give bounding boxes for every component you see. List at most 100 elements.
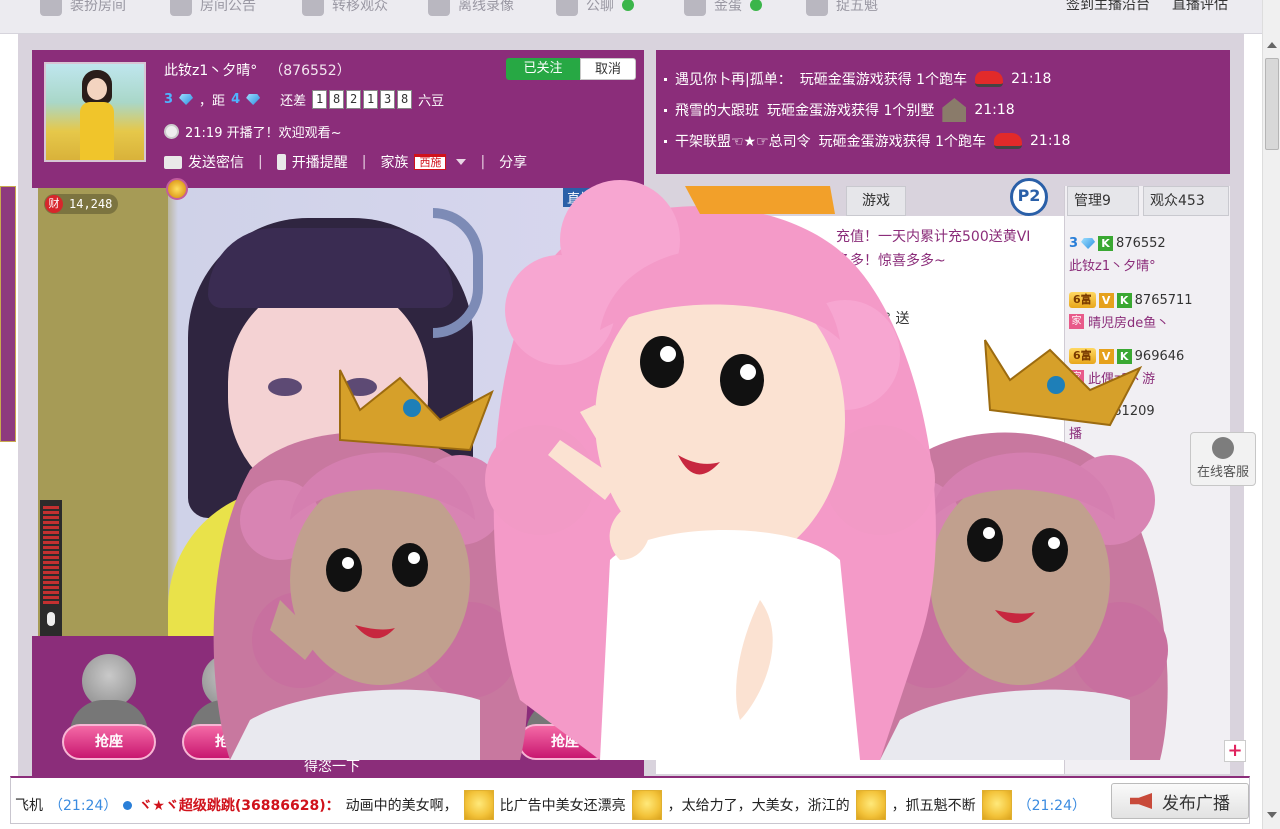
notice-user[interactable]: 遇见你卜再|孤单： (675, 69, 792, 89)
toolbar-item-offline-video[interactable]: 离线录像 (428, 0, 514, 16)
left-side-tab[interactable] (0, 186, 16, 442)
user-level: 3 (1069, 236, 1079, 251)
emoticon-icon (981, 790, 1012, 820)
chat-line: 夕晴° 送 (856, 311, 910, 327)
online-service-button[interactable]: 在线客服 (1190, 432, 1256, 486)
emoticon-icon (855, 790, 886, 820)
publish-broadcast-button[interactable]: 发布广播 (1111, 783, 1249, 819)
scrollbar-thumb[interactable] (1265, 58, 1279, 150)
anchor-avatar[interactable] (44, 62, 146, 162)
ticker-text: ，抓五魁不断 (891, 798, 976, 814)
vip-badge-icon: V (1098, 348, 1114, 364)
notice-time: 21:18 (974, 102, 1015, 118)
publish-broadcast-label: 发布广播 (1162, 793, 1230, 814)
emoticon-icon (631, 790, 662, 820)
ticker-time: （21:24） (1017, 798, 1086, 814)
user-list-item[interactable]: 3 K 876552 此钕z1丶夕晴° (1069, 236, 1229, 274)
unfollow-button[interactable]: 取消 (580, 58, 636, 80)
notice-user[interactable]: 干架联盟☜★☞总司令 (675, 131, 811, 151)
volume-meter[interactable] (40, 500, 62, 636)
diamond-icon (246, 94, 261, 105)
toolbar-item-catch-five[interactable]: 捉五魁 (806, 0, 878, 16)
toolbar-item-public-chat[interactable]: 公聊 (556, 0, 634, 16)
online-service-label: 在线客服 (1196, 465, 1249, 480)
grab-seat-button[interactable]: 抢座 (182, 724, 276, 760)
follow-button[interactable]: 已关注 (506, 58, 580, 80)
toolbar-item-golden-egg[interactable]: 金蛋 (684, 0, 762, 16)
chat-tabs: 游戏 (656, 186, 1064, 216)
anchor-info-panel: 此钕z1丶夕晴° （876552） 已关注 取消 3 ，距 4 还差 1 8 2 … (32, 50, 644, 188)
sign-in-anchor-link[interactable]: 签到主播沿台 (1066, 0, 1150, 14)
ticker-text: ，太给力了，大美女，浙江的 (667, 798, 850, 814)
family-dropdown[interactable]: 家族 西施 (380, 152, 467, 172)
villa-icon (942, 98, 967, 122)
star-icon[interactable] (166, 178, 188, 200)
grab-seat-button[interactable]: 抢座 (62, 724, 156, 760)
user-id: 50955 (1069, 460, 1111, 475)
emoticon-icon (463, 790, 494, 820)
live-reminder-button[interactable]: 开播提醒 (276, 152, 348, 172)
anchor-room-id: （876552） (269, 63, 351, 79)
live-evaluation-link[interactable]: 直播评估 (1172, 0, 1228, 14)
tab-viewers[interactable]: 观众453 (1143, 186, 1229, 216)
notice-user[interactable]: 飛雪的大跟班 (675, 100, 759, 120)
send-private-message-button[interactable]: 发送密信 (164, 152, 244, 172)
ticker-text: 比广告中美女还漂亮 (499, 798, 626, 814)
tower-icon (170, 0, 192, 16)
share-button[interactable]: 分享 (499, 152, 527, 172)
microphone-icon (47, 612, 55, 626)
rich-badge: 6富 (1069, 348, 1096, 364)
current-level: 3 (164, 92, 174, 107)
anchor-level-row: 3 ，距 4 还差 1 8 2 1 3 8 六豆 (164, 90, 444, 109)
page-scrollbar[interactable] (1262, 0, 1280, 829)
expand-plus-button[interactable]: + (1224, 740, 1246, 762)
room-toolbar: 装扮房间 房间公告 转移观众 离线录像 公聊 金蛋 捉五魁 签到主播沿台 直播评… (0, 0, 1262, 34)
scroll-up-icon[interactable] (1267, 42, 1277, 48)
grab-seat-button[interactable]: 抢座 (518, 724, 612, 760)
send-private-message-label: 发送密信 (188, 155, 244, 171)
notice-time: 21:18 (1011, 71, 1052, 87)
user-name: 此偶z1丶游 (1088, 372, 1156, 387)
share-label: 分享 (499, 155, 528, 171)
user-list-item[interactable]: 61 笨猪潇洒 (1069, 516, 1229, 554)
chat-bubble-icon (556, 0, 578, 16)
room-icon (40, 0, 62, 16)
notice-item: 干架联盟☜★☞总司令 玩砸金蛋游戏获得 1个跑车 21:18 (664, 128, 1070, 154)
user-list-item[interactable]: 6富 V K 8765711 家晴児房de鱼丶 (1069, 292, 1229, 331)
user-list-item[interactable]: 0s: 小七 (1069, 594, 1229, 617)
anchor-name-text: 此钕z1丶夕晴° (164, 63, 258, 79)
chevron-down-icon (456, 159, 467, 165)
wealth-icon: 财 (45, 195, 63, 213)
live-room-page: 装扮房间 房间公告 转移观众 离线录像 公聊 金蛋 捉五魁 签到主播沿台 直播评… (0, 0, 1280, 829)
tab-admins[interactable]: 管理9 (1067, 186, 1139, 216)
toolbar-item-announcement[interactable]: 房间公告 (170, 0, 256, 16)
scroll-down-icon[interactable] (1267, 812, 1277, 818)
user-id: 876552 (1116, 236, 1166, 251)
counter-digit: 2 (346, 90, 362, 109)
vip-badge-icon: V (1098, 292, 1114, 308)
live-video-player[interactable]: 财 14,248 直播 (38, 188, 612, 636)
next-level: 4 (231, 92, 241, 107)
notice-action: 玩砸金蛋游戏获得 1个别墅 (767, 103, 935, 119)
toolbar-item-label: 离线录像 (458, 0, 514, 14)
counter-digit: 8 (397, 90, 413, 109)
cup-icon (806, 0, 828, 16)
family-badge-icon: 家 (1069, 314, 1084, 329)
user-name: 播 (1069, 427, 1083, 442)
toolbar-item-transfer[interactable]: 转移观众 (302, 0, 388, 16)
ticker-time: （21:24） (49, 798, 118, 814)
toolbar-item-decorate[interactable]: 装扮房间 (40, 0, 126, 16)
user-id: 61 (1069, 516, 1086, 531)
user-name: 逆❤天 (1069, 654, 1106, 669)
tab-games[interactable]: 游戏 (846, 186, 906, 216)
wealth-value: 14,248 (69, 197, 113, 211)
user-list-item[interactable]: 逆❤天 (1069, 646, 1229, 669)
notice-item: 飛雪的大跟班 玩砸金蛋游戏获得 1个别墅 21:18 (664, 97, 1015, 123)
chat-line: 际说： (776, 659, 818, 675)
user-list-item[interactable]: 6富 V K 969646 家此偶z1丶游 (1069, 348, 1229, 387)
k-badge-icon: K (1098, 236, 1114, 251)
user-name: 此钕z1丶夕晴° (1069, 259, 1156, 274)
p2-icon[interactable]: P2 (1010, 178, 1048, 216)
ticker-sender[interactable]: ヾ★ヾ超级跳跳(36886628)： (138, 795, 339, 815)
phone-icon (1212, 437, 1234, 459)
